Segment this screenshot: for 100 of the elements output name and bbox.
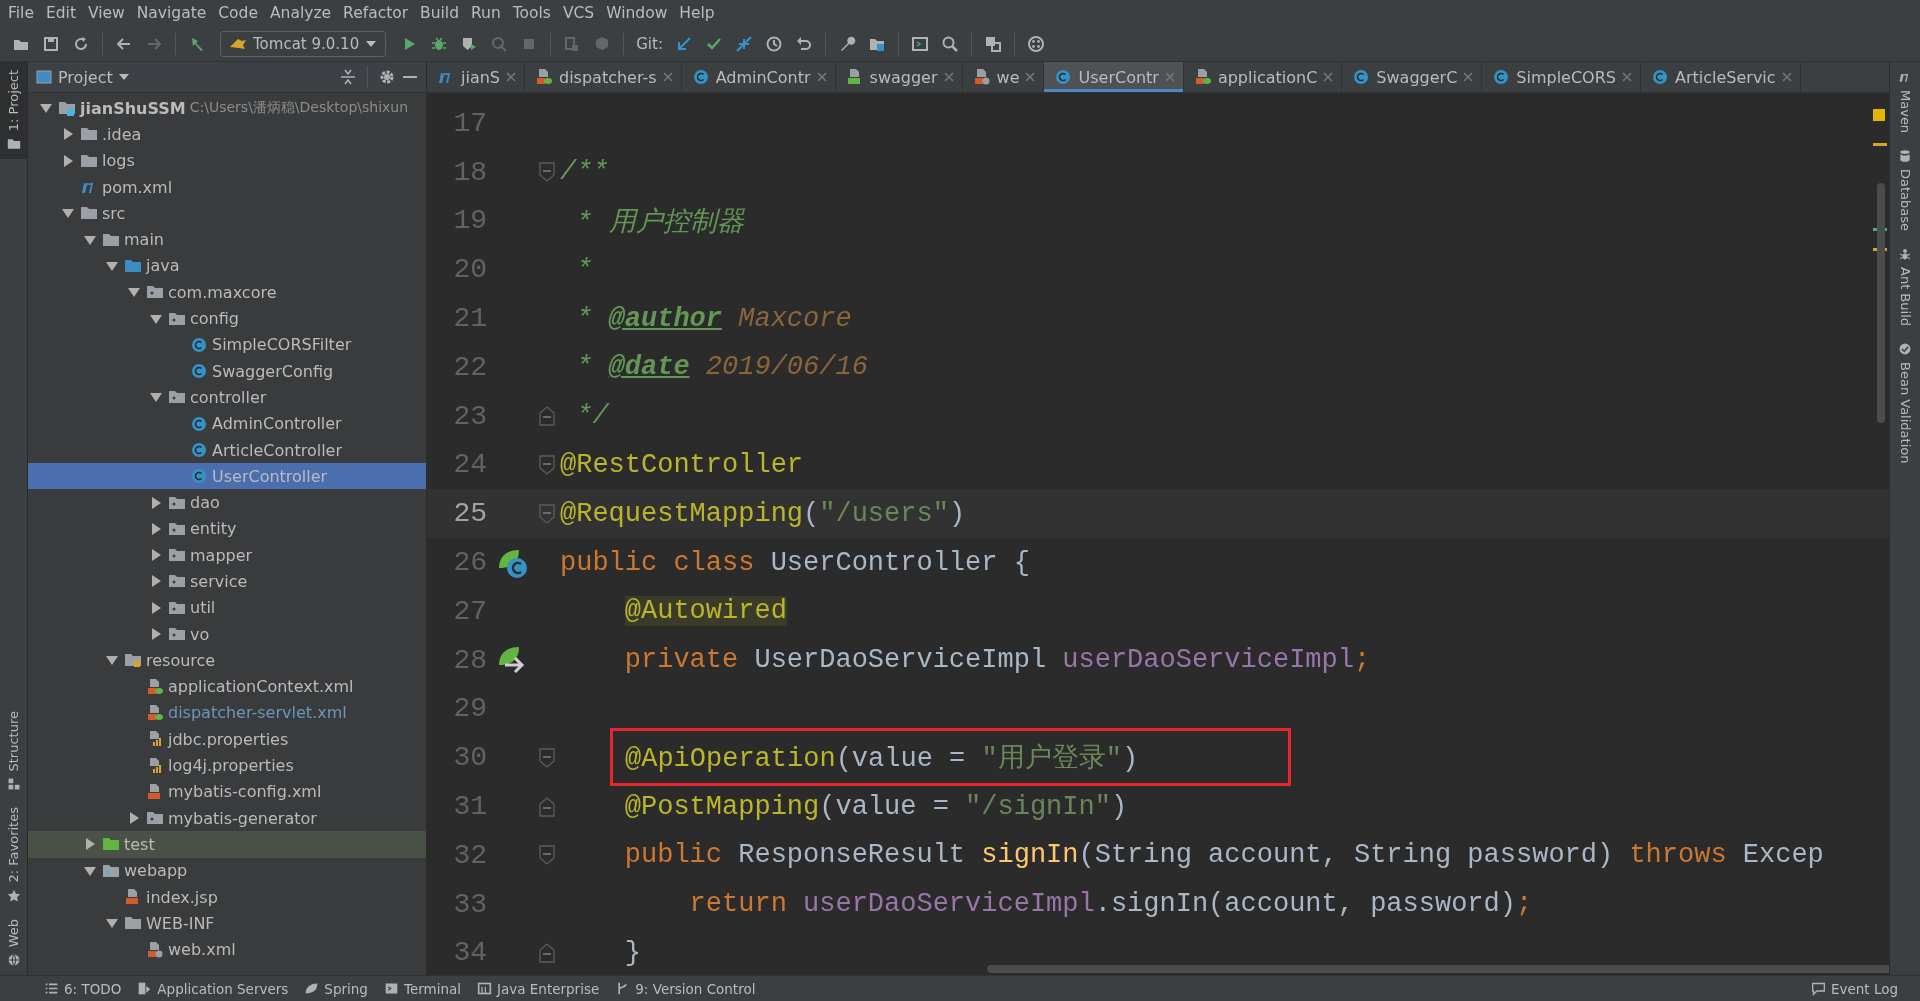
vertical-scrollbar[interactable] <box>1877 183 1885 423</box>
menu-item[interactable]: Window <box>600 4 674 22</box>
menu-item[interactable]: View <box>81 4 131 22</box>
tree-item[interactable]: java <box>28 252 426 280</box>
fold-icon[interactable] <box>539 503 555 524</box>
structure-icon <box>6 777 21 792</box>
tree-item[interactable]: config <box>28 305 426 332</box>
editor-tab[interactable]: swagger <box>835 62 963 92</box>
fold-end-icon[interactable] <box>539 406 555 427</box>
editor-tab[interactable]: UserContr <box>1044 62 1184 92</box>
tool-window-button[interactable]: Spring <box>300 980 380 997</box>
tree-item[interactable]: WEB-INF <box>28 910 426 937</box>
menu-item[interactable]: Tools <box>506 4 557 22</box>
tree-item[interactable]: mapper <box>28 542 426 569</box>
tree-item[interactable]: logs <box>28 147 426 174</box>
tool-window-button[interactable]: 9: Version Control <box>611 980 768 997</box>
tree-item[interactable]: mybatis-generator <box>28 805 426 832</box>
folder-icon <box>6 137 21 152</box>
tree-item[interactable]: mybatis-config.xml <box>28 778 426 805</box>
menu-item[interactable]: Run <box>465 4 507 22</box>
tree-item[interactable]: resource <box>28 647 426 674</box>
line-number: 23 <box>452 400 487 432</box>
class-icon <box>1352 68 1371 86</box>
tree-item-label: controller <box>190 387 267 407</box>
tool-window-tab[interactable]: Bean Validation <box>1890 334 1920 472</box>
editor-tab[interactable]: dispatcher-s <box>525 62 682 92</box>
database-icon <box>1898 149 1912 164</box>
tool-window-tab[interactable]: Database <box>1890 141 1920 240</box>
tree-item[interactable]: ArticleController <box>28 436 426 464</box>
menu-item[interactable]: Build <box>414 4 465 22</box>
fold-icon[interactable] <box>539 845 555 866</box>
module-folder-icon <box>58 99 76 118</box>
editor-tab[interactable]: SimpleCORS <box>1482 62 1641 92</box>
fold-icon[interactable] <box>539 454 555 475</box>
tree-item[interactable]: index.jsp <box>28 883 426 911</box>
tree-item[interactable]: src <box>28 200 426 227</box>
menu-item[interactable]: Edit <box>39 4 82 22</box>
fold-end-icon[interactable] <box>539 796 555 817</box>
class-icon <box>190 441 208 459</box>
tree-item[interactable]: SimpleCORSFilter <box>28 331 426 358</box>
ant-icon <box>1898 247 1912 262</box>
editor-tab[interactable]: ArticleServic <box>1640 62 1801 92</box>
tool-window-button[interactable]: 6: TODO <box>40 980 134 997</box>
tree-item[interactable]: jianShuSSM C:\Users\潘炳稳\Desktop\shixun <box>28 95 426 122</box>
run-configuration-dropdown[interactable]: Tomcat 9.0.10 <box>220 30 387 57</box>
tree-item[interactable]: SwaggerConfig <box>28 357 426 385</box>
class-icon <box>1650 68 1669 86</box>
tool-window-tab[interactable]: Structure <box>0 702 27 800</box>
tree-item[interactable]: com.maxcore <box>28 279 426 306</box>
tree-item[interactable]: AdminController <box>28 410 426 437</box>
menu-item[interactable]: Analyze <box>264 4 338 22</box>
menu-item[interactable]: Help <box>673 4 721 22</box>
tree-item[interactable]: test <box>28 831 426 858</box>
line-number: 22 <box>452 351 487 383</box>
editor-tab[interactable]: applicationC <box>1183 62 1343 92</box>
tool-window-tab[interactable]: Ant Build <box>1890 239 1920 335</box>
tree-item[interactable]: vo <box>28 620 426 648</box>
tree-item[interactable]: util <box>28 594 426 621</box>
tool-window-button[interactable]: Terminal <box>379 980 473 997</box>
project-view-dropdown[interactable]: Project <box>36 67 129 87</box>
tree-item-label: main <box>124 230 164 250</box>
code-line: */ <box>575 401 609 432</box>
tree-item[interactable]: pom.xml <box>28 173 426 201</box>
editor-tab[interactable]: jianS <box>427 62 525 92</box>
settings-icon[interactable] <box>378 68 396 86</box>
tree-item[interactable]: dispatcher-servlet.xml <box>28 699 426 727</box>
xml-globe-icon <box>146 940 164 959</box>
leaf-icon <box>304 981 320 996</box>
tree-item[interactable]: web.xml <box>28 936 426 963</box>
tool-window-tab[interactable]: 1: Project <box>0 62 27 160</box>
tree-item[interactable]: webapp <box>28 857 426 884</box>
fold-icon[interactable] <box>539 162 555 183</box>
editor-tab[interactable]: SwaggerC <box>1342 62 1483 92</box>
tree-item[interactable]: .idea <box>28 121 426 148</box>
horizontal-scrollbar[interactable] <box>987 965 1889 973</box>
tree-item[interactable]: dao <box>28 489 426 516</box>
tool-window-button[interactable]: Java Enterprise <box>473 980 612 997</box>
editor-tab[interactable]: AdminContr <box>681 62 836 92</box>
tree-item[interactable]: jdbc.properties <box>28 726 426 753</box>
tree-item[interactable]: controller <box>28 384 426 411</box>
tree-item[interactable]: service <box>28 568 426 595</box>
tool-window-tab[interactable]: Web <box>0 910 27 975</box>
tree-item-label: SwaggerConfig <box>212 361 334 381</box>
tool-window-button[interactable]: Application Servers <box>133 980 301 997</box>
event-log-button[interactable]: Event Log <box>1806 980 1910 997</box>
tree-item[interactable]: entity <box>28 515 426 543</box>
menu-item[interactable]: Refactor <box>337 4 415 22</box>
collapse-all-icon[interactable] <box>339 68 357 86</box>
tool-window-tab[interactable]: Maven <box>1890 62 1920 142</box>
menu-item[interactable]: Navigate <box>130 4 213 22</box>
tree-item[interactable]: log4j.properties <box>28 752 426 779</box>
tool-window-tab[interactable]: 2: Favorites <box>0 799 27 911</box>
tree-item[interactable]: applicationContext.xml <box>28 673 426 700</box>
code-line: @PostMapping(value = "/signIn") <box>623 791 1128 822</box>
tree-item[interactable]: main <box>28 226 426 253</box>
fold-icon[interactable] <box>539 747 555 768</box>
menu-item[interactable]: VCS <box>556 4 601 22</box>
menu-item[interactable]: File <box>2 4 40 22</box>
fold-end-icon[interactable] <box>539 942 555 963</box>
menu-item[interactable]: Code <box>212 4 264 22</box>
